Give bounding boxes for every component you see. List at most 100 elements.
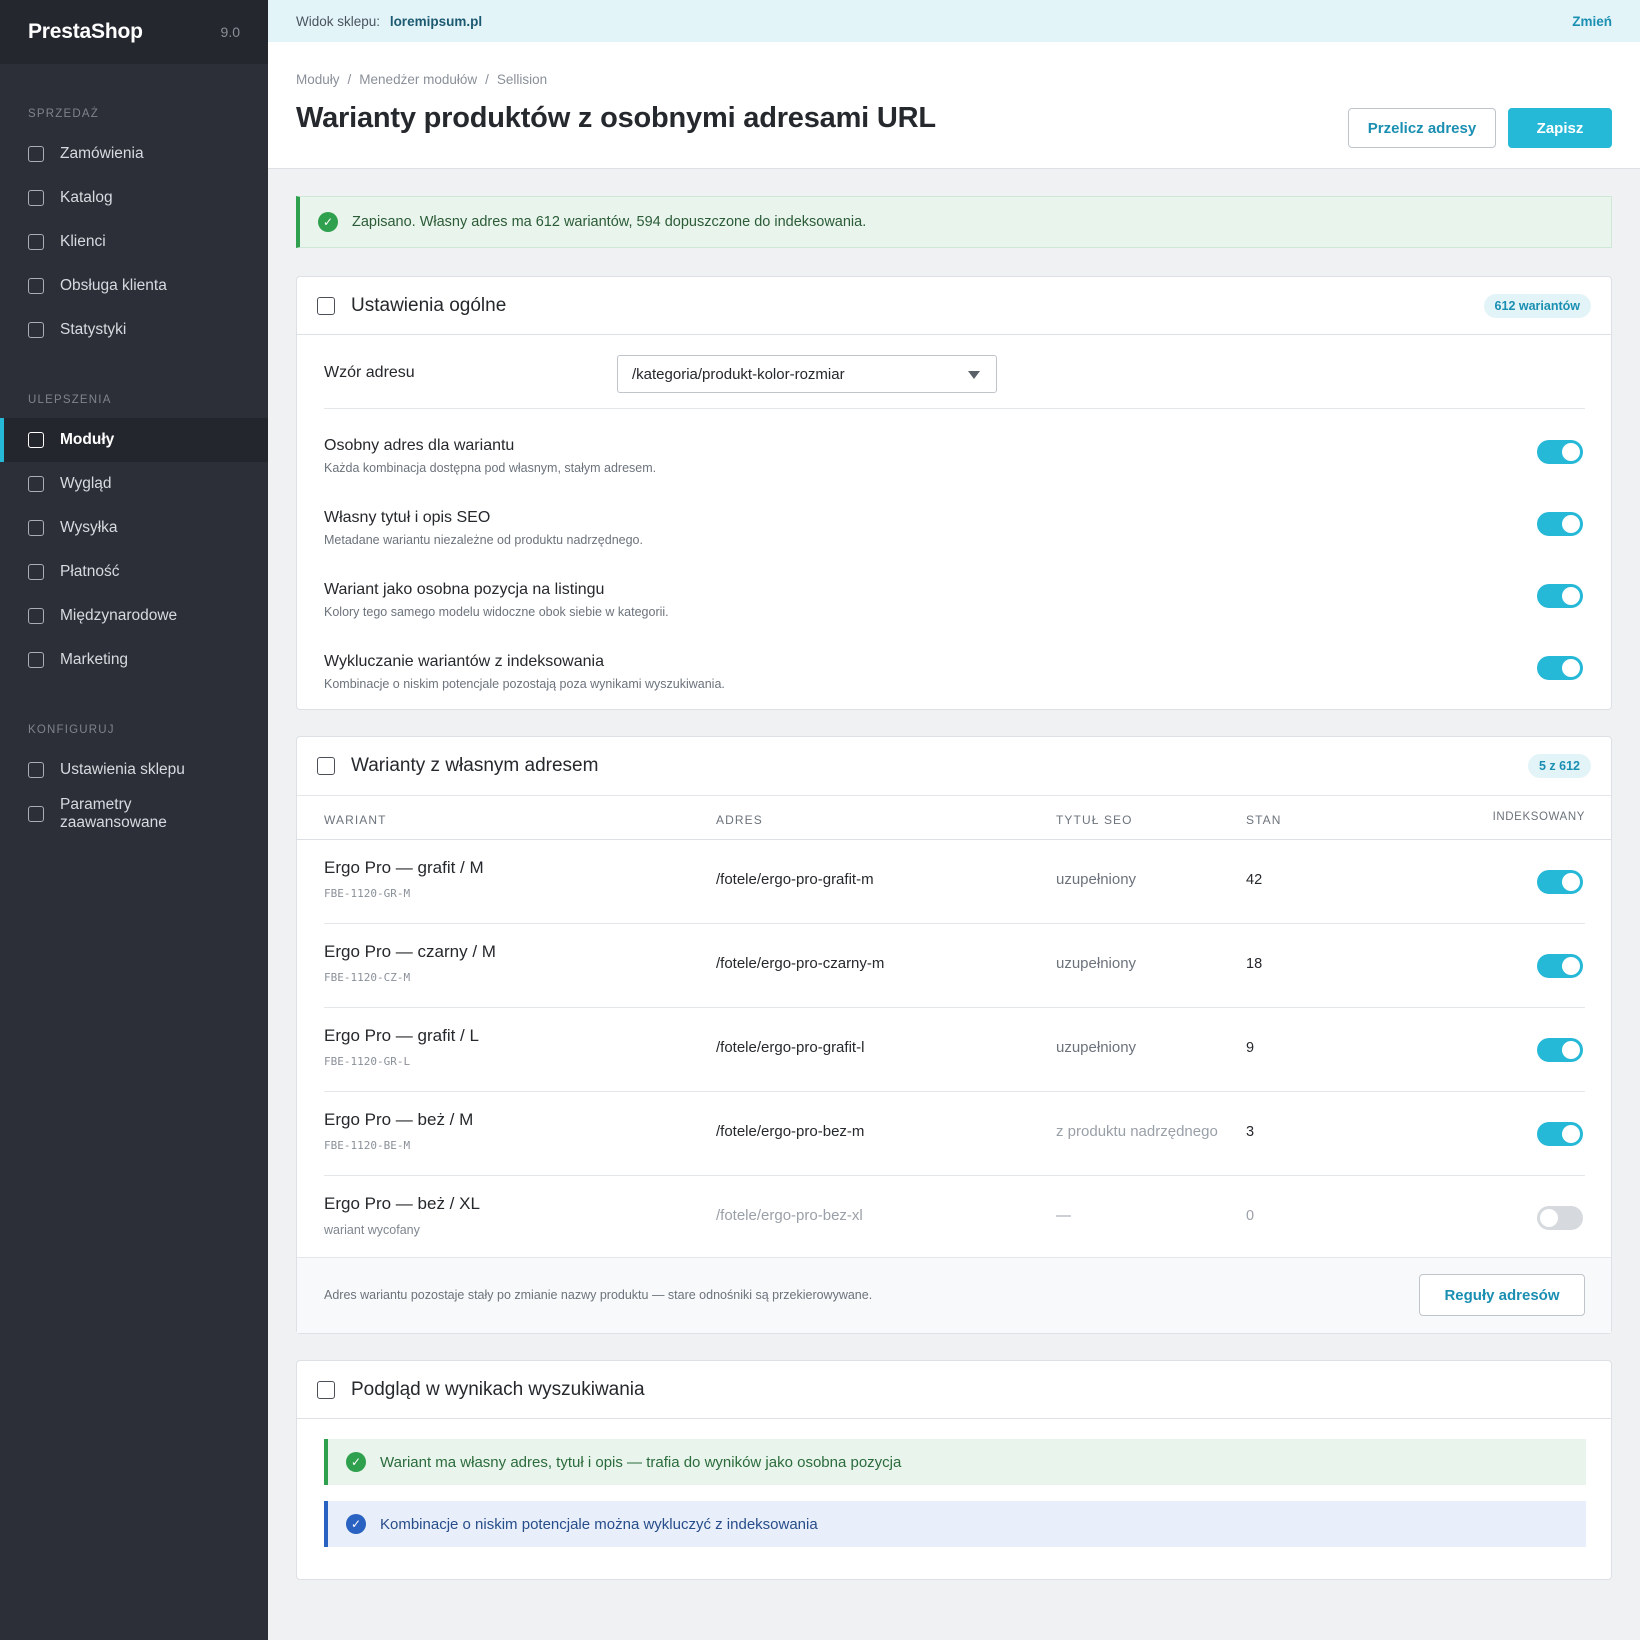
nav-group-title-sprzedaz: SPRZEDAŻ [28,108,99,120]
variant-url[interactable]: /fotele/ergo-pro-czarny-m [716,955,884,972]
preview-alert-info: ✓ Kombinacje o niskim potencjale można w… [324,1501,1586,1547]
row-divider [324,1175,1585,1176]
sidebar-item-ustawienia-sklepu[interactable]: Ustawienia sklepu [0,748,268,792]
breadcrumb-item-current: Sellision [496,72,548,87]
success-alert-text: Zapisano. Własny adres ma 612 wariantów,… [352,214,867,230]
check-circle-icon: ✓ [318,212,338,232]
customers-icon [28,234,44,250]
sidebar-item-marketing[interactable]: Marketing [0,638,268,682]
indexed-toggle[interactable] [1537,870,1583,894]
card-title: Ustawienia ogólne [351,294,507,316]
card-header: Podgląd w wynikach wyszukiwania [297,1361,1611,1419]
sidebar-item-moduly[interactable]: Moduły [0,418,268,462]
sidebar-item-label: Płatność [60,563,120,580]
shown-count-badge: 5 z 612 [1527,754,1591,778]
breadcrumb-item-module-manager[interactable]: Menedżer modułów [359,72,477,87]
sidebar-item-katalog[interactable]: Katalog [0,176,268,220]
variant-sku: FBE-1120-BE-M [324,1139,411,1152]
shop-name-link[interactable]: loremipsum.pl [390,14,482,29]
own-seo-toggle[interactable] [1537,512,1583,536]
indexed-toggle[interactable] [1537,1122,1583,1146]
indexed-toggle[interactable] [1537,1206,1583,1230]
option-exclude-indexing: Wykluczanie wariantów z indeksowania Kom… [324,653,725,691]
sidebar-item-label: Parametry zaawansowane [60,796,167,831]
sidebar-item-obsluga-klienta[interactable]: Obsługa klienta [0,264,268,308]
option-description: Każda kombinacja dostępna pod własnym, s… [324,461,657,475]
modules-icon [28,432,44,448]
stats-icon [28,322,44,338]
sidebar-item-label: Zamówienia [60,145,144,162]
column-header-variant: WARIANT [324,813,387,827]
sidebar-item-miedzynarodowe[interactable]: Międzynarodowe [0,594,268,638]
variant-url[interactable]: /fotele/ergo-pro-bez-m [716,1123,864,1140]
save-button[interactable]: Zapisz [1508,108,1612,148]
advanced-params-icon [28,806,44,822]
exclude-indexing-toggle[interactable] [1537,656,1583,680]
international-icon [28,608,44,624]
nav-group-title-konfiguruj: KONFIGURUJ [28,724,115,736]
variant-stock: 3 [1246,1124,1255,1140]
variant-url[interactable]: /fotele/ergo-pro-grafit-l [716,1039,864,1056]
page-header: Moduły / Menedżer modułów / Sellision Warian… [268,42,1640,169]
table-footer: Adres wariantu pozostaje stały po zmiani… [297,1257,1611,1333]
option-title: Własny tytuł i opis SEO [324,509,491,526]
shop-context-bar: Widok sklepu: loremipsum.pl Zmień [268,0,1640,42]
breadcrumb-item-modules[interactable]: Moduły [296,72,340,87]
option-description: Kombinacje o niskim potencjale pozostają… [324,677,725,691]
preview-alert-success: ✓ Wariant ma własny adres, tytuł i opis … [324,1439,1586,1485]
sidebar-item-platnosc[interactable]: Płatność [0,550,268,594]
sidebar-item-wysylka[interactable]: Wysyłka [0,506,268,550]
variant-sku: FBE-1120-GR-M [324,887,411,900]
design-icon [28,476,44,492]
search-preview-card: Podgląd w wynikach wyszukiwania ✓ Warian… [296,1360,1612,1580]
url-pattern-value: /kategoria/produkt-kolor-rozmiar [632,365,845,383]
sidebar-item-wyglad[interactable]: Wygląd [0,462,268,506]
variant-seo-status: uzupełniony [1056,871,1137,888]
column-header-seo-title: TYTUŁ SEO [1056,813,1133,827]
customer-service-icon [28,278,44,294]
listing-position-toggle[interactable] [1537,584,1583,608]
check-circle-icon: ✓ [346,1452,366,1472]
variant-sku: FBE-1120-CZ-M [324,971,411,984]
sidebar-item-label: Moduły [60,431,115,448]
url-rules-button[interactable]: Reguły adresów [1419,1274,1585,1316]
sidebar-item-klienci[interactable]: Klienci [0,220,268,264]
variant-url[interactable]: /fotele/ergo-pro-grafit-m [716,871,874,888]
variant-seo-status: — [1056,1207,1071,1224]
option-separate-url: Osobny adres dla wariantu Każda kombinac… [324,437,656,475]
card-title: Podgląd w wynikach wyszukiwania [351,1378,645,1400]
card-title: Warianty z własnym adresem [351,755,599,776]
catalog-icon [28,190,44,206]
variant-stock: 42 [1246,872,1263,888]
indexed-toggle[interactable] [1537,1038,1583,1062]
recalculate-urls-button[interactable]: Przelicz adresy [1348,108,1496,148]
change-shop-link[interactable]: Zmień [1572,14,1612,29]
url-pattern-select[interactable]: /kategoria/produkt-kolor-rozmiar [617,355,997,393]
success-alert: ✓ Zapisano. Własny adres ma 612 wariantó… [296,196,1612,248]
variant-name: Ergo Pro — grafit / M [324,858,484,877]
card-header: Warianty z własnym adresem 5 z 612 [297,737,1611,795]
separate-url-toggle[interactable] [1537,440,1583,464]
divider [297,795,1611,796]
variant-stock: 9 [1246,1040,1255,1056]
card-header: Ustawienia ogólne 612 wariantów [297,277,1611,335]
variant-url: /fotele/ergo-pro-bez-xl [716,1207,863,1224]
indexed-toggle[interactable] [1537,954,1583,978]
sidebar-item-label: Wygląd [60,475,112,492]
sidebar-item-label: Obsługa klienta [60,277,167,294]
sidebar-item-label: Ustawienia sklepu [60,761,185,778]
breadcrumb-separator: / [485,72,489,87]
sidebar-item-parametry-zaawansowane[interactable]: Parametry zaawansowane [0,792,268,836]
sidebar-item-statystyki[interactable]: Statystyki [0,308,268,352]
variants-card: Warianty z własnym adresem 5 z 612 WARIA… [296,736,1612,1334]
brand-bar: PrestaShop 9.0 [0,0,268,64]
sidebar-item-label: Katalog [60,189,113,206]
sidebar-item-zamowienia[interactable]: Zamówienia [0,132,268,176]
column-header-url: ADRES [716,813,763,827]
prestashop-logo[interactable]: PrestaShop [28,20,143,44]
option-description: Kolory tego samego modelu widoczne obok … [324,605,669,619]
settings-icon [317,296,335,315]
option-title: Osobny adres dla wariantu [324,437,515,454]
shop-settings-icon [28,762,44,778]
footer-note: Adres wariantu pozostaje stały po zmiani… [324,1288,873,1302]
